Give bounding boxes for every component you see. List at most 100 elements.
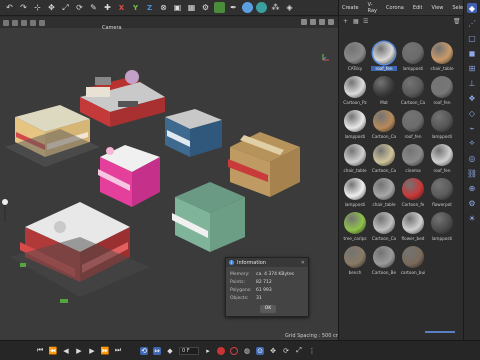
material-item[interactable]: flowerpot — [429, 178, 455, 210]
close-icon[interactable]: ✕ — [301, 260, 305, 266]
workplane-icon[interactable]: ◇ — [467, 108, 477, 118]
live-selection-icon[interactable]: ⊹ — [32, 2, 43, 13]
material-name: lampposti — [431, 236, 453, 241]
scale-key-icon[interactable]: ⤢ — [295, 346, 303, 355]
render-view-icon[interactable]: ▣ — [172, 2, 183, 13]
axis-mode-icon[interactable]: ⊥ — [467, 78, 477, 88]
trash-icon[interactable]: 🗑 — [453, 19, 461, 25]
settings-icon[interactable]: ⚙ — [467, 198, 477, 208]
param-key-icon[interactable]: ⋮ — [308, 347, 316, 355]
keyframe-icon[interactable]: ◆ — [166, 347, 174, 355]
material-item[interactable]: Cartoon_Ca — [400, 76, 426, 108]
material-item[interactable]: chair_table — [429, 42, 455, 74]
subdivision-icon[interactable] — [242, 2, 253, 13]
play-icon[interactable]: ▶ — [75, 347, 83, 355]
material-item[interactable]: Cartoon_Ca — [371, 110, 397, 142]
material-item[interactable]: Cartoon_Ca — [371, 144, 397, 176]
motion-record-icon[interactable]: ⊙ — [256, 346, 264, 355]
material-item[interactable]: lampposti — [429, 110, 455, 142]
coordinate-system-icon[interactable]: ⊗ — [158, 2, 169, 13]
menu-view[interactable]: View — [432, 5, 444, 11]
lock-x-axis-button[interactable]: X — [116, 2, 127, 13]
material-item[interactable]: tree_carlps — [342, 212, 368, 244]
material-item[interactable]: roof_fen — [400, 110, 426, 142]
points-mode-icon[interactable]: ⋰ — [467, 18, 477, 28]
fps-icon[interactable]: ▸ — [204, 347, 212, 355]
polygons-mode-icon[interactable]: ◼ — [467, 48, 477, 58]
cafe-building — [228, 132, 300, 197]
light-icon[interactable]: ☀ — [467, 213, 477, 223]
material-item[interactable]: cartoon_bui — [400, 246, 426, 278]
material-item[interactable]: Cartoon_Be — [371, 246, 397, 278]
material-item[interactable]: Cartoon_Pz — [342, 76, 368, 108]
grid-view-icon[interactable]: ▦ — [353, 19, 359, 25]
material-scrollbar[interactable] — [425, 331, 455, 333]
array-icon[interactable]: ⁂ — [270, 2, 281, 13]
material-item[interactable]: Mat — [371, 76, 397, 108]
material-item[interactable]: Cartoon_Ca — [371, 212, 397, 244]
material-item[interactable]: lampposti — [429, 212, 455, 244]
globe-icon[interactable]: ⊕ — [467, 183, 477, 193]
autokey-icon[interactable] — [230, 346, 238, 355]
material-item[interactable]: chair_table — [371, 178, 397, 210]
filter-icon[interactable]: ☰ — [363, 19, 369, 25]
model-mode-icon[interactable]: ◆ — [467, 3, 477, 13]
material-item[interactable]: roof_fen — [371, 42, 397, 74]
material-item[interactable]: bench — [342, 246, 368, 278]
material-item[interactable]: flower_bed — [400, 212, 426, 244]
edges-mode-icon[interactable]: ▢ — [467, 33, 477, 43]
material-item[interactable]: chair_table — [342, 144, 368, 176]
previous-key-icon[interactable]: ⏪ — [49, 347, 58, 355]
solo-icon[interactable]: ◎ — [467, 153, 477, 163]
info-value: 61 993 — [256, 287, 272, 293]
material-item[interactable]: roof_fen — [429, 144, 455, 176]
cube-object-icon[interactable] — [214, 2, 225, 13]
link-icon[interactable]: ⛓ — [467, 168, 477, 178]
material-item[interactable]: lampposti — [342, 110, 368, 142]
lock-y-axis-button[interactable]: Y — [130, 2, 141, 13]
lock-z-axis-button[interactable]: Z — [144, 2, 155, 13]
information-dialog: i Information ✕ Memory: ca. 4 374 KBytes… — [225, 257, 309, 317]
rotation-key-icon[interactable]: ⟳ — [282, 347, 290, 355]
scale-tool-icon[interactable]: ⤢ — [60, 2, 71, 13]
pen-spline-icon[interactable]: ✒ — [228, 2, 239, 13]
deformer-icon[interactable]: ◈ — [284, 2, 295, 13]
ok-button[interactable]: OK — [260, 305, 276, 313]
next-frame-icon[interactable]: ▶ — [88, 347, 96, 355]
material-item[interactable]: cinema — [400, 144, 426, 176]
material-item[interactable]: Cartoon_fe — [400, 178, 426, 210]
uv-mode-icon[interactable]: ⊞ — [467, 63, 477, 73]
material-item[interactable]: roof_fen — [429, 76, 455, 108]
material-item[interactable]: lampposti — [400, 42, 426, 74]
move-tool-icon[interactable]: ✥ — [46, 2, 57, 13]
material-item[interactable]: CATsky — [342, 42, 368, 74]
render-picture-viewer-icon[interactable]: ▦ — [186, 2, 197, 13]
record-icon[interactable] — [217, 346, 225, 355]
range-icon[interactable]: ⇔ — [153, 346, 161, 355]
texture-mode-icon[interactable]: ❖ — [467, 93, 477, 103]
add-material-icon[interactable]: + — [343, 19, 349, 25]
menu-corona[interactable]: Corona — [386, 5, 404, 11]
next-key-icon[interactable]: ⏩ — [101, 347, 110, 355]
brush-tool-icon[interactable]: ✎ — [88, 2, 99, 13]
key-selection-icon[interactable]: ◍ — [243, 347, 251, 355]
loop-icon[interactable]: ⟲ — [140, 346, 148, 355]
menu-create[interactable]: Create — [342, 5, 359, 11]
menu-edit[interactable]: Edit — [413, 5, 423, 11]
cylinder-object-icon[interactable] — [256, 2, 267, 13]
current-frame-field[interactable]: 0 F — [179, 346, 199, 355]
material-item[interactable]: lampposti — [342, 178, 368, 210]
material-name: Cartoon_fe — [401, 202, 425, 207]
go-to-start-icon[interactable]: ⏮ — [36, 346, 44, 355]
undo-icon[interactable]: ↶ — [4, 2, 15, 13]
position-key-icon[interactable]: ✥ — [269, 347, 277, 355]
render-settings-icon[interactable]: ⚙ — [200, 2, 211, 13]
rotate-tool-icon[interactable]: ⟳ — [74, 2, 85, 13]
snap-icon[interactable]: ⌁ — [467, 123, 477, 133]
go-to-end-icon[interactable]: ⏭ — [114, 346, 122, 355]
menu-vray[interactable]: V-Ray — [368, 2, 377, 14]
redo-icon[interactable]: ↷ — [18, 2, 29, 13]
previous-frame-icon[interactable]: ◀ — [62, 347, 70, 355]
add-tool-icon[interactable]: ✚ — [102, 2, 113, 13]
symmetry-icon[interactable]: ⟡ — [467, 138, 477, 148]
